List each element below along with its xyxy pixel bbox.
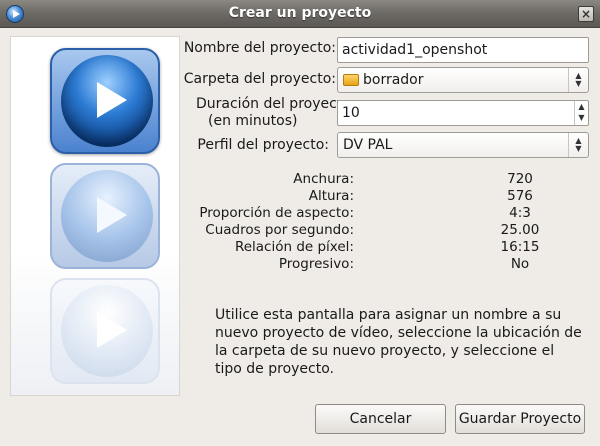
play-tile-icon bbox=[50, 48, 160, 154]
info-value: 720 bbox=[507, 171, 533, 187]
info-row-width: Anchura: 720 bbox=[190, 171, 590, 188]
play-triangle-icon bbox=[97, 312, 127, 348]
play-tile-faded-icon bbox=[50, 278, 160, 384]
duration-label: Duración del proyecto bbox=[196, 96, 338, 112]
project-name-label: Nombre del proyecto: bbox=[183, 40, 336, 56]
profile-label: Perfil del proyecto: bbox=[197, 137, 329, 153]
duration-spinbox[interactable]: 10 ▲ ▼ bbox=[337, 100, 589, 126]
chevron-updown-icon: ▲ ▼ bbox=[568, 68, 588, 92]
save-project-button[interactable]: Guardar Proyecto bbox=[455, 404, 585, 434]
window-title: Crear un proyecto bbox=[228, 5, 372, 21]
info-value: 576 bbox=[507, 188, 533, 204]
info-key: Progresivo: bbox=[278, 256, 354, 272]
info-row-pixel-ratio: Relación de píxel: 16:15 bbox=[190, 239, 590, 256]
window-titlebar: Crear un proyecto × bbox=[0, 0, 600, 28]
decorative-art-panel bbox=[10, 36, 180, 396]
folder-icon bbox=[343, 74, 359, 86]
info-value: 25.00 bbox=[500, 222, 540, 238]
info-row-progressive: Progresivo: No bbox=[190, 256, 590, 273]
info-key: Proporción de aspecto: bbox=[199, 205, 354, 221]
help-text: Utilice esta pantalla para asignar un no… bbox=[215, 307, 582, 377]
info-value: 16:15 bbox=[500, 239, 540, 255]
project-folder-select[interactable]: borrador ▲ ▼ bbox=[337, 67, 589, 93]
chevron-updown-icon: ▲ ▼ bbox=[568, 133, 588, 157]
profile-value: DV PAL bbox=[343, 137, 393, 153]
play-triangle-icon bbox=[97, 197, 127, 233]
duration-value: 10 bbox=[342, 105, 360, 121]
info-key: Cuadros por segundo: bbox=[205, 222, 354, 238]
project-folder-label: Carpeta del proyecto: bbox=[183, 71, 336, 87]
project-name-input[interactable]: actividad1_openshot bbox=[337, 37, 589, 63]
info-row-height: Altura: 576 bbox=[190, 188, 590, 205]
play-tile-faded-icon bbox=[50, 163, 160, 269]
close-icon[interactable]: × bbox=[578, 6, 594, 22]
info-key: Relación de píxel: bbox=[234, 239, 354, 255]
play-triangle-icon bbox=[97, 82, 127, 118]
duration-label-units: (en minutos) bbox=[208, 113, 298, 129]
info-value: No bbox=[510, 256, 530, 272]
spin-arrows-icon[interactable]: ▲ ▼ bbox=[574, 101, 588, 125]
profile-select[interactable]: DV PAL ▲ ▼ bbox=[337, 132, 589, 158]
info-value: 4:3 bbox=[509, 205, 531, 221]
project-folder-value: borrador bbox=[363, 72, 424, 88]
info-key: Altura: bbox=[308, 188, 354, 204]
info-row-fps: Cuadros por segundo: 25.00 bbox=[190, 222, 590, 239]
cancel-button[interactable]: Cancelar bbox=[315, 404, 446, 434]
info-row-aspect: Proporción de aspecto: 4:3 bbox=[190, 205, 590, 222]
info-key: Anchura: bbox=[293, 171, 354, 187]
profile-info-table: Anchura: 720 Altura: 576 Proporción de a… bbox=[190, 171, 590, 273]
